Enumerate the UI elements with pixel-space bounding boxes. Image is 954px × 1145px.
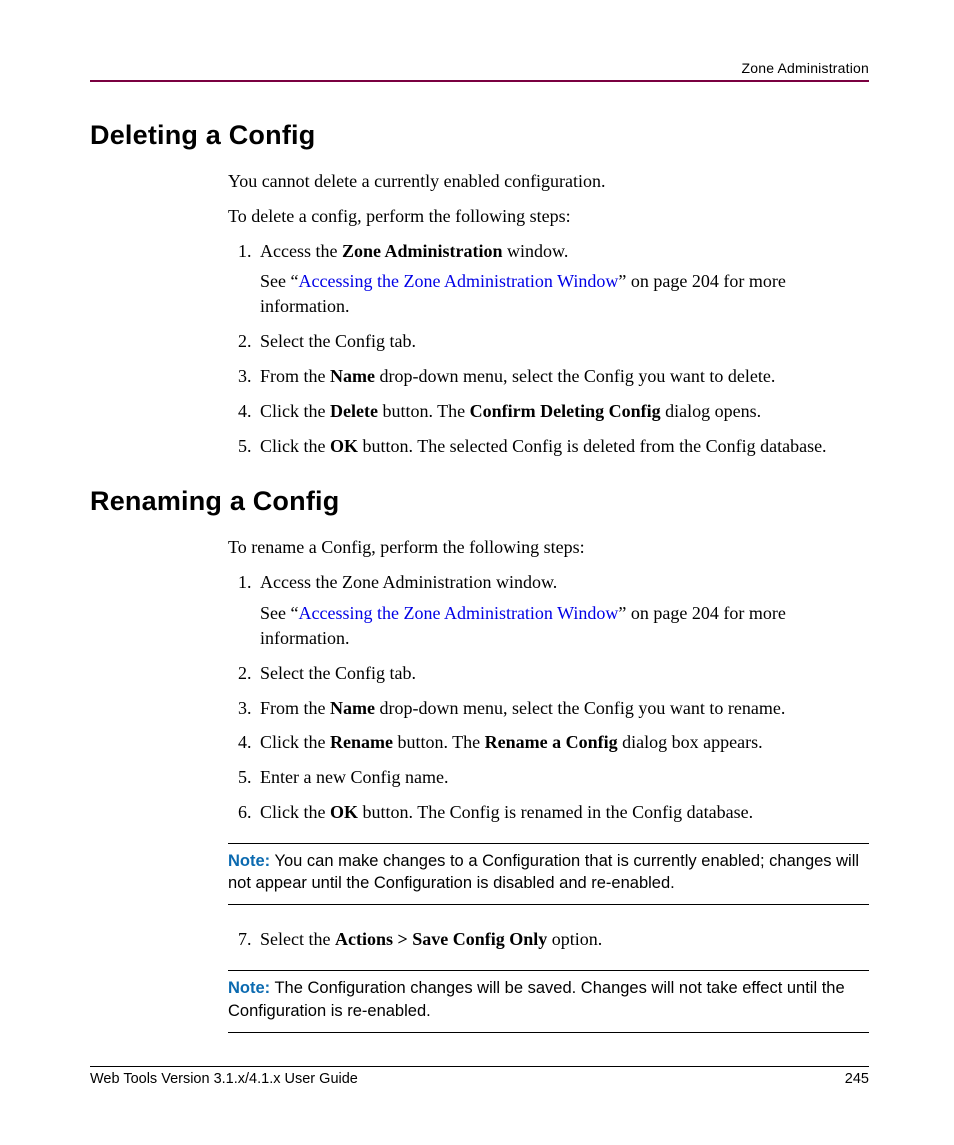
ren-intro: To rename a Config, perform the followin…: [228, 535, 869, 560]
footer-page-number: 245: [845, 1071, 869, 1087]
deleting-body: You cannot delete a currently enabled co…: [228, 169, 869, 458]
note-label: Note:: [228, 979, 270, 997]
text: Click the: [260, 401, 330, 421]
text: Access the: [260, 241, 342, 261]
ren-steps: Access the Zone Administration window. S…: [228, 570, 869, 825]
text: Click the: [260, 802, 330, 822]
ren-step-4: Click the Rename button. The Rename a Co…: [256, 730, 869, 755]
ren-step-5: Enter a new Config name.: [256, 765, 869, 790]
bold-zone-admin: Zone Administration: [342, 241, 503, 261]
heading-renaming: Renaming a Config: [90, 486, 869, 517]
text: button. The: [393, 732, 485, 752]
note-body: The Configuration changes will be saved.…: [228, 979, 845, 1019]
link-access-zone-admin[interactable]: Accessing the Zone Administration Window: [298, 271, 618, 291]
text: button. The Config is renamed in the Con…: [358, 802, 753, 822]
text: drop-down menu, select the Config you wa…: [375, 366, 775, 386]
text: See “: [260, 603, 298, 623]
note-label: Note:: [228, 852, 270, 870]
text: window.: [503, 241, 569, 261]
ren-step-3: From the Name drop-down menu, select the…: [256, 696, 869, 721]
bold-name: Name: [330, 366, 375, 386]
text: drop-down menu, select the Config you wa…: [375, 698, 785, 718]
note-2: Note: The Configuration changes will be …: [228, 977, 869, 1022]
header-rule: [90, 80, 869, 82]
bold-actions-save: Actions > Save Config Only: [335, 929, 547, 949]
heading-deleting: Deleting a Config: [90, 120, 869, 151]
del-intro2: To delete a config, perform the followin…: [228, 204, 869, 229]
bold-rename-dialog: Rename a Config: [485, 732, 618, 752]
bold-ok: OK: [330, 802, 358, 822]
del-step-5: Click the OK button. The selected Config…: [256, 434, 869, 459]
text: dialog box appears.: [618, 732, 763, 752]
note1-rule-top: [228, 843, 869, 844]
bold-rename: Rename: [330, 732, 393, 752]
note1-rule-bottom: [228, 904, 869, 905]
bold-confirm-dialog: Confirm Deleting Config: [470, 401, 661, 421]
ren-steps-cont: Select the Actions > Save Config Only op…: [228, 927, 869, 952]
ren-step-1: Access the Zone Administration window. S…: [256, 570, 869, 650]
text: button. The: [378, 401, 470, 421]
del-steps: Access the Zone Administration window. S…: [228, 239, 869, 459]
note2-rule-top: [228, 970, 869, 971]
renaming-body: To rename a Config, perform the followin…: [228, 535, 869, 1032]
text: From the: [260, 698, 330, 718]
text: button. The selected Config is deleted f…: [358, 436, 827, 456]
link-access-zone-admin-2[interactable]: Accessing the Zone Administration Window: [298, 603, 618, 623]
page-footer: Web Tools Version 3.1.x/4.1.x User Guide…: [90, 1066, 869, 1087]
text: dialog opens.: [661, 401, 762, 421]
header-section-label: Zone Administration: [90, 60, 869, 76]
footer-rule: [90, 1066, 869, 1067]
bold-ok: OK: [330, 436, 358, 456]
note-1: Note: You can make changes to a Configur…: [228, 850, 869, 895]
del-step-1-see: See “Accessing the Zone Administration W…: [260, 269, 869, 319]
del-intro1: You cannot delete a currently enabled co…: [228, 169, 869, 194]
del-step-4: Click the Delete button. The Confirm Del…: [256, 399, 869, 424]
ren-step-1-see: See “Accessing the Zone Administration W…: [260, 601, 869, 651]
bold-name: Name: [330, 698, 375, 718]
text: Click the: [260, 732, 330, 752]
bold-delete: Delete: [330, 401, 378, 421]
note-body: You can make changes to a Configuration …: [228, 852, 859, 892]
text: See “: [260, 271, 298, 291]
ren-step-2: Select the Config tab.: [256, 661, 869, 686]
text: Access the Zone Administration window.: [260, 572, 557, 592]
footer-guide-title: Web Tools Version 3.1.x/4.1.x User Guide: [90, 1071, 358, 1087]
text: option.: [547, 929, 602, 949]
del-step-3: From the Name drop-down menu, select the…: [256, 364, 869, 389]
ren-step-7: Select the Actions > Save Config Only op…: [256, 927, 869, 952]
note2-rule-bottom: [228, 1032, 869, 1033]
del-step-1: Access the Zone Administration window. S…: [256, 239, 869, 319]
del-step-2: Select the Config tab.: [256, 329, 869, 354]
text: Click the: [260, 436, 330, 456]
text: From the: [260, 366, 330, 386]
text: Select the: [260, 929, 335, 949]
ren-step-6: Click the OK button. The Config is renam…: [256, 800, 869, 825]
